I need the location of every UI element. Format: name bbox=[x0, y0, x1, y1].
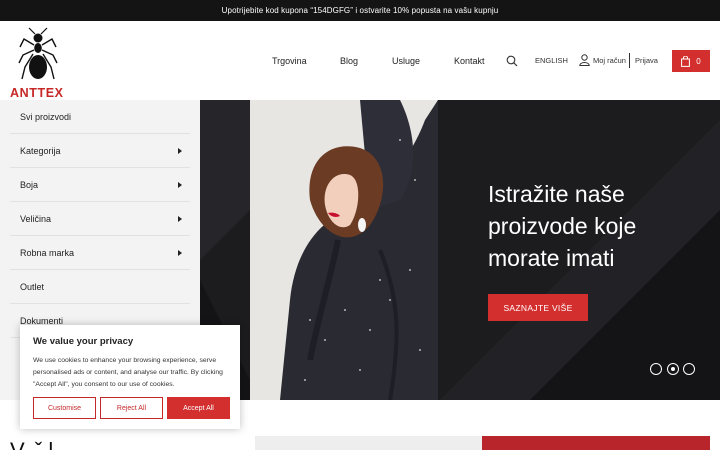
slider-dot-2[interactable] bbox=[667, 363, 679, 375]
chevron-right-icon bbox=[178, 216, 182, 222]
slider-dot-3[interactable] bbox=[683, 363, 695, 375]
hero-model-image bbox=[250, 100, 438, 400]
sidebar-item-svi-proizvodi[interactable]: Svi proizvodi bbox=[10, 100, 190, 134]
reject-all-button[interactable]: Reject All bbox=[100, 397, 163, 419]
logo[interactable]: ANTTEX bbox=[10, 27, 70, 100]
sidebar-item-label: Outlet bbox=[20, 281, 45, 292]
promo-image[interactable] bbox=[482, 436, 710, 450]
nav-usluge[interactable]: Usluge bbox=[392, 56, 420, 66]
login-link[interactable]: Prijava bbox=[635, 56, 658, 65]
hero-banner: Istražite naše proizvode koje morate ima… bbox=[200, 100, 720, 400]
chevron-right-icon bbox=[178, 148, 182, 154]
hero-title: Istražite naše proizvode koje morate ima… bbox=[488, 181, 637, 271]
nav-divider bbox=[629, 53, 630, 68]
user-icon[interactable] bbox=[579, 54, 590, 66]
nav-trgovina[interactable]: Trgovina bbox=[272, 56, 307, 66]
sidebar-item-outlet[interactable]: Outlet bbox=[10, 270, 190, 304]
language-switch[interactable]: ENGLISH bbox=[535, 56, 568, 65]
sidebar-item-label: Dokumenti bbox=[20, 315, 64, 326]
account-link[interactable]: Moj račun bbox=[593, 56, 626, 65]
promo-text: Upotrijebite kod kupona “154DGFG” i ostv… bbox=[221, 6, 499, 15]
shopping-bag-icon bbox=[681, 55, 691, 67]
logo-text: ANTTEX bbox=[10, 86, 64, 100]
chevron-right-icon bbox=[178, 182, 182, 188]
nav-blog[interactable]: Blog bbox=[340, 56, 358, 66]
sidebar-item-label: Robna marka bbox=[20, 247, 75, 258]
nav-kontakt[interactable]: Kontakt bbox=[454, 56, 485, 66]
sidebar-item-label: Boja bbox=[20, 179, 39, 190]
site-header: ANTTEX Trgovina Blog Usluge Kontakt ENGL… bbox=[0, 21, 720, 100]
product-image[interactable] bbox=[255, 436, 482, 450]
sidebar-item-robna-marka[interactable]: Robna marka bbox=[10, 236, 190, 270]
customise-button[interactable]: Customise bbox=[33, 397, 96, 419]
slider-dot-1[interactable] bbox=[650, 363, 662, 375]
cookie-consent-banner: We value your privacy We use cookies to … bbox=[20, 325, 240, 429]
sidebar-item-label: Svi proizvodi bbox=[20, 111, 72, 122]
chevron-right-icon bbox=[178, 250, 182, 256]
cookie-title: We value your privacy bbox=[33, 336, 134, 347]
section-title: V. ˇ l bbox=[10, 438, 53, 450]
sidebar-item-label: Kategorija bbox=[20, 145, 61, 156]
sidebar-item-kategorija[interactable]: Kategorija bbox=[10, 134, 190, 168]
search-icon[interactable] bbox=[506, 55, 518, 67]
accept-all-button[interactable]: Accept All bbox=[167, 397, 230, 419]
learn-more-button[interactable]: SAZNAJTE VIŠE bbox=[488, 294, 588, 321]
cart-count: 0 bbox=[696, 56, 701, 66]
cookie-text: We use cookies to enhance your browsing … bbox=[33, 357, 223, 388]
ant-logo-icon bbox=[18, 27, 58, 80]
sidebar-item-velicina[interactable]: Veličina bbox=[10, 202, 190, 236]
cart-button[interactable]: 0 bbox=[672, 50, 710, 72]
sidebar-item-boja[interactable]: Boja bbox=[10, 168, 190, 202]
promo-bar: Upotrijebite kod kupona “154DGFG” i ostv… bbox=[0, 0, 720, 21]
sidebar-item-label: Veličina bbox=[20, 213, 52, 224]
